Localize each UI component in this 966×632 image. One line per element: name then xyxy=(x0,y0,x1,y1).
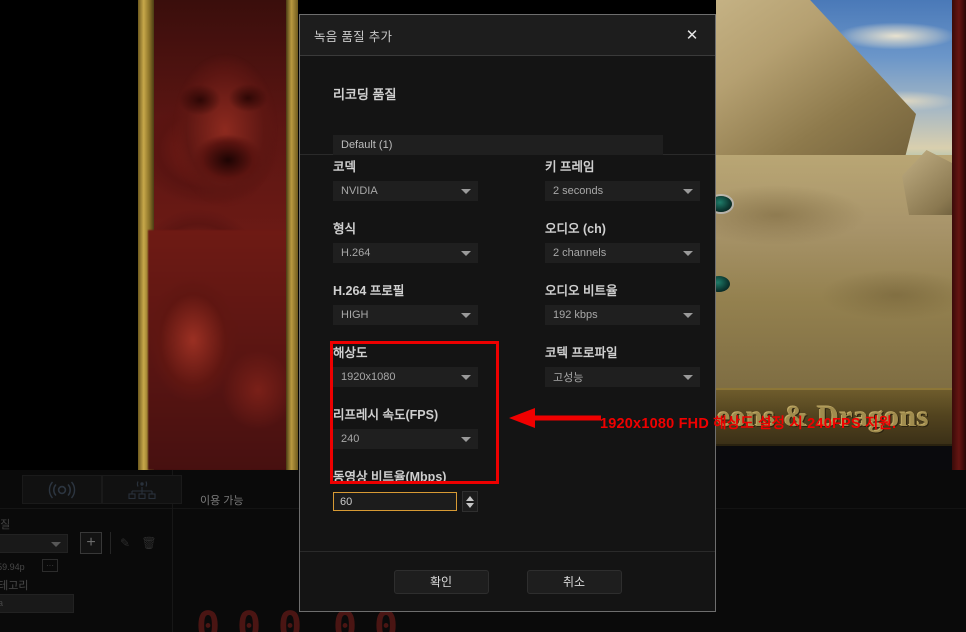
field-label: 오디오 비트율 xyxy=(545,284,618,298)
chevron-down-icon xyxy=(683,189,693,194)
red-ogre-artwork xyxy=(138,0,298,470)
field-label: 코텍 프로파일 xyxy=(545,346,618,360)
h264-profile-select[interactable]: HIGH xyxy=(333,305,478,325)
edit-quality-button[interactable]: ✎ xyxy=(116,532,134,554)
dialog-body: 리코딩 품질 코덱 NVIDIA 키 프레임 2 se xyxy=(300,56,715,611)
spinner-down-icon[interactable] xyxy=(466,502,474,508)
chrome-category-field[interactable]: dia xyxy=(0,594,74,613)
field-resolution: 해상도 1920x1080 xyxy=(333,342,478,387)
chevron-down-icon xyxy=(461,189,471,194)
field-value: NVIDIA xyxy=(341,185,378,197)
format-select[interactable]: H.264 xyxy=(333,243,478,263)
timer-digit: 0 xyxy=(196,604,221,632)
chevron-down-icon xyxy=(683,313,693,318)
field-label: 리프레시 속도(FPS) xyxy=(333,408,439,422)
chrome-category-label: 카테고리 xyxy=(0,580,29,592)
audio-channels-select[interactable]: 2 channels xyxy=(545,243,700,263)
cancel-button[interactable]: 취소 xyxy=(526,569,622,594)
spinner-up-icon[interactable] xyxy=(466,495,474,501)
field-label: 해상도 xyxy=(333,346,368,360)
annotation-text: 1920x1080 FHD 해상도 설정 시 240FPS 지원. xyxy=(600,416,897,432)
available-label: 이용 가능 xyxy=(200,495,244,507)
settings-row: 형식 H.264 오디오 (ch) 2 channels xyxy=(300,218,715,280)
field-value: 2 channels xyxy=(553,247,607,259)
field-value: 1920x1080 xyxy=(341,371,396,383)
field-label: 키 프레임 xyxy=(545,160,595,174)
chevron-down-icon xyxy=(461,437,471,442)
recording-quality-section: 리코딩 품질 xyxy=(300,56,715,155)
field-label: 동영상 비트율(Mbps) xyxy=(333,470,447,484)
field-value: 고성능 xyxy=(553,372,584,384)
recording-quality-input[interactable] xyxy=(333,135,663,155)
audio-bitrate-select[interactable]: 192 kbps xyxy=(545,305,700,325)
chrome-quality-select[interactable] xyxy=(0,534,68,553)
video-bitrate-input[interactable] xyxy=(333,492,457,511)
right-red-stripe xyxy=(952,0,966,470)
field-value: 240 xyxy=(341,433,360,445)
add-recording-quality-dialog: 녹음 품질 추가 ✕ 리코딩 품질 코덱 NVIDIA xyxy=(299,14,716,612)
add-quality-button[interactable]: + xyxy=(80,532,102,554)
dialog-footer: 확인 취소 xyxy=(300,551,715,611)
video-bitrate-spinner[interactable] xyxy=(462,491,478,512)
ogre-face xyxy=(170,40,280,230)
field-label: 형식 xyxy=(333,222,357,236)
field-value: 192 kbps xyxy=(553,309,598,321)
field-codec-profile: 코텍 프로파일 고성능 xyxy=(545,342,700,387)
settings-grid: 코덱 NVIDIA 키 프레임 2 seconds 형식 H.264 오디오 (… xyxy=(300,156,715,528)
dialog-footer-wrap: 확인 취소 xyxy=(300,551,715,611)
field-label: 코덱 xyxy=(333,160,357,174)
dialog-title: 녹음 품질 추가 xyxy=(314,29,393,44)
field-label: H.264 프로필 xyxy=(333,284,405,298)
codec-profile-select[interactable]: 고성능 xyxy=(545,367,700,387)
chevron-down-icon xyxy=(683,251,693,256)
recording-quality-label: 리코딩 품질 xyxy=(333,87,397,102)
settings-row: H.264 프로필 HIGH 오디오 비트율 192 kbps xyxy=(300,280,715,342)
divider xyxy=(110,532,111,554)
close-icon[interactable]: ✕ xyxy=(679,22,705,48)
field-audio-bitrate: 오디오 비트율 192 kbps xyxy=(545,280,700,325)
settings-row: 코덱 NVIDIA 키 프레임 2 seconds xyxy=(300,156,715,218)
broadcast-icon xyxy=(48,481,76,498)
chrome-resolution-badge[interactable]: ··· xyxy=(42,559,58,572)
field-h264-profile: H.264 프로필 HIGH xyxy=(333,280,478,325)
chevron-down-icon xyxy=(461,375,471,380)
settings-row: 해상도 1920x1080 코텍 프로파일 고성능 xyxy=(300,342,715,404)
network-icon xyxy=(128,480,156,499)
codec-select[interactable]: NVIDIA xyxy=(333,181,478,201)
chevron-down-icon xyxy=(51,542,61,547)
chevron-down-icon xyxy=(461,251,471,256)
field-label: 오디오 (ch) xyxy=(545,222,606,236)
field-refresh-rate: 리프레시 속도(FPS) 240 xyxy=(333,404,478,449)
field-value: H.264 xyxy=(341,247,371,259)
annotation-arrow-icon xyxy=(509,408,601,428)
ok-button[interactable]: 확인 xyxy=(393,569,489,594)
ogre-body xyxy=(148,230,288,470)
screen-root: eons & Dragons 질 + ✎ 🗑 9.94p ··· 테고리 a 이… xyxy=(0,0,966,632)
chevron-down-icon xyxy=(683,375,693,380)
field-codec: 코덱 NVIDIA xyxy=(333,156,478,201)
chrome-quality-label: 품질 xyxy=(0,519,11,531)
chrome-resolution-text: @59.94p xyxy=(0,562,25,572)
chevron-down-icon xyxy=(461,313,471,318)
settings-row: 동영상 비트율(Mbps) xyxy=(300,466,715,528)
key-frame-select[interactable]: 2 seconds xyxy=(545,181,700,201)
field-value: HIGH xyxy=(341,309,369,321)
field-audio-channels: 오디오 (ch) 2 channels xyxy=(545,218,700,263)
resolution-select[interactable]: 1920x1080 xyxy=(333,367,478,387)
dialog-titlebar: 녹음 품질 추가 ✕ xyxy=(300,15,715,56)
field-key-frame: 키 프레임 2 seconds xyxy=(545,156,700,201)
broadcast-tab[interactable] xyxy=(22,475,102,504)
field-video-bitrate: 동영상 비트율(Mbps) xyxy=(333,466,478,512)
divider xyxy=(0,508,190,509)
left-black-margin xyxy=(0,0,138,470)
field-value: 2 seconds xyxy=(553,185,604,197)
network-tab[interactable] xyxy=(102,475,182,504)
field-format: 형식 H.264 xyxy=(333,218,478,263)
chrome-tabbar xyxy=(22,475,182,504)
refresh-rate-select[interactable]: 240 xyxy=(333,429,478,449)
delete-quality-button[interactable]: 🗑 xyxy=(140,532,158,554)
timer-digit: 0 xyxy=(237,604,262,632)
video-bitrate-stepper xyxy=(333,491,478,512)
dungeons-and-dragons-artwork: eons & Dragons xyxy=(716,0,966,470)
